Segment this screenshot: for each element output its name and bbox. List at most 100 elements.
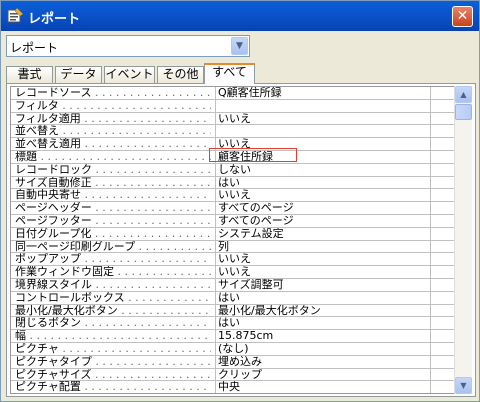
properties-icon [7, 8, 23, 23]
property-label: 幅 [15, 330, 211, 342]
property-row[interactable]: ポップアップ いいえ [11, 253, 457, 267]
scroll-up-icon[interactable]: ▲ [455, 86, 472, 103]
property-row[interactable]: フィルタ適用 いいえ [11, 112, 457, 126]
chevron-down-icon[interactable]: ▼ [231, 37, 248, 55]
property-row[interactable]: ピクチャタイプ 埋め込み [11, 355, 457, 369]
tab-other[interactable]: その他 [157, 66, 204, 83]
property-label: 標題 [15, 151, 211, 163]
property-row[interactable]: レコードロック しない [11, 163, 457, 177]
property-value[interactable] [215, 125, 430, 138]
property-row[interactable]: 自動中央寄せ いいえ [11, 189, 457, 203]
tab-all[interactable]: すべて [204, 63, 255, 84]
property-label: ページフッター [15, 215, 211, 227]
property-row[interactable]: 幅 15.875cm [11, 330, 457, 343]
property-row[interactable]: 境界線スタイル サイズ調整可 [11, 278, 457, 292]
property-value[interactable]: クリップ [215, 368, 430, 381]
property-value[interactable]: (なし) [215, 342, 430, 355]
property-panel: レコードソースQ顧客住所録フィルタフィルタ適用いいえ並べ替え並べ替え適用いいえ標… [6, 83, 476, 397]
property-value[interactable] [215, 99, 430, 112]
property-value[interactable]: 最小化/最大化ボタン [215, 304, 430, 317]
property-value[interactable]: いいえ [215, 112, 430, 125]
property-label-text: レコードロック [15, 163, 92, 176]
property-label: 並べ替え適用 [15, 138, 211, 150]
property-row[interactable]: ピクチャ配置 中央 [11, 381, 457, 393]
property-value[interactable]: すべてのページ [215, 214, 430, 227]
property-label-text: ページフッター [15, 214, 92, 227]
property-label-text: ピクチャ [15, 342, 59, 355]
property-label: 同一ページ印刷グループ [15, 241, 211, 253]
property-label-text: 並べ替え [15, 125, 59, 138]
property-label: ページヘッダー [15, 202, 211, 214]
tab-event[interactable]: イベント [104, 66, 155, 83]
property-label: レコードソース [15, 87, 211, 99]
scrollbar-thumb[interactable] [455, 104, 472, 120]
property-row[interactable]: サイズ自動修正 はい [11, 176, 457, 190]
property-label-text: 自動中央寄せ [15, 189, 81, 202]
property-label: 閉じるボタン [15, 317, 211, 329]
property-value[interactable]: はい [215, 317, 430, 330]
property-label-text: サイズ自動修正 [15, 176, 92, 189]
property-label-text: 幅 [15, 330, 26, 343]
property-label: 最小化/最大化ボタン [15, 305, 211, 317]
property-label: ピクチャ配置 [15, 381, 211, 393]
property-label-text: フィルタ [15, 99, 59, 112]
property-label-text: 並べ替え適用 [15, 138, 81, 151]
property-label: サイズ自動修正 [15, 177, 211, 189]
property-row[interactable]: ピクチャサイズ クリップ [11, 368, 457, 382]
property-value[interactable]: いいえ [215, 253, 430, 266]
property-value[interactable]: Q顧客住所録 [215, 87, 430, 99]
property-value[interactable]: 埋め込み [215, 355, 430, 368]
property-label: ポップアップ [15, 253, 211, 265]
property-row[interactable]: ページフッター すべてのページ [11, 214, 457, 228]
property-value[interactable]: 中央 [215, 381, 430, 393]
property-row[interactable]: 日付グループ化 システム設定 [11, 227, 457, 241]
close-icon: ✕ [456, 8, 469, 24]
property-value[interactable]: すべてのページ [215, 202, 430, 215]
property-value[interactable]: いいえ [215, 189, 430, 202]
title-value-highlight [209, 148, 297, 162]
property-value[interactable]: しない [215, 163, 430, 176]
property-value[interactable]: システム設定 [215, 227, 430, 240]
property-row[interactable]: 閉じるボタン はい [11, 317, 457, 331]
property-value[interactable]: いいえ [215, 266, 430, 279]
property-label: ピクチャサイズ [15, 369, 211, 381]
property-label-text: ピクチャ配置 [15, 381, 81, 394]
property-sheet-window: レポート ✕ レポート ▼ 書式 データ イベント その他 すべて レコードソー… [0, 0, 480, 402]
scroll-down-icon[interactable]: ▼ [455, 377, 472, 394]
property-label: 境界線スタイル [15, 279, 211, 291]
title-bar[interactable]: レポート ✕ [1, 1, 479, 31]
property-row[interactable]: レコードソース Q顧客住所録 [11, 87, 457, 100]
object-selector-dropdown[interactable]: レポート ▼ [6, 35, 250, 57]
property-row[interactable]: フィルタ [11, 99, 457, 113]
property-row[interactable]: 同一ページ印刷グループ 列 [11, 240, 457, 254]
property-label: ピクチャ [15, 343, 211, 355]
property-row[interactable]: 並べ替え [11, 125, 457, 139]
tab-data[interactable]: データ [55, 66, 102, 83]
property-value[interactable]: サイズ調整可 [215, 278, 430, 291]
property-label-text: 作業ウィンドウ固定 [15, 266, 114, 279]
window-title: レポート [28, 12, 81, 27]
property-label-text: 境界線スタイル [15, 278, 92, 291]
property-row[interactable]: 作業ウィンドウ固定 いいえ [11, 266, 457, 279]
property-value[interactable]: 列 [215, 240, 430, 253]
property-row[interactable]: ピクチャ (なし) [11, 342, 457, 356]
property-row[interactable]: 最小化/最大化ボタン 最小化/最大化ボタン [11, 304, 457, 318]
property-value[interactable]: はい [215, 291, 430, 304]
property-value[interactable]: はい [215, 176, 430, 189]
close-button[interactable]: ✕ [452, 6, 473, 27]
property-value[interactable]: 15.875cm [215, 330, 430, 343]
property-label: 並べ替え [15, 125, 211, 137]
property-grid: レコードソースQ顧客住所録フィルタフィルタ適用いいえ並べ替え並べ替え適用いいえ標… [10, 86, 458, 394]
property-label-text: 標題 [15, 150, 37, 163]
property-label-text: レコードソース [15, 87, 92, 99]
property-label-text: 最小化/最大化ボタン [15, 304, 118, 317]
tab-format[interactable]: 書式 [6, 66, 53, 83]
property-label-text: ポップアップ [15, 253, 81, 266]
property-row[interactable]: ページヘッダー すべてのページ [11, 202, 457, 215]
vertical-scrollbar[interactable]: ▲ ▼ [454, 86, 472, 394]
property-label: ピクチャタイプ [15, 356, 211, 368]
property-label-text: ピクチャサイズ [15, 368, 92, 381]
property-row[interactable]: コントロールボックス はい [11, 291, 457, 305]
property-label-text: フィルタ適用 [15, 112, 81, 125]
property-label: 自動中央寄せ [15, 189, 211, 201]
